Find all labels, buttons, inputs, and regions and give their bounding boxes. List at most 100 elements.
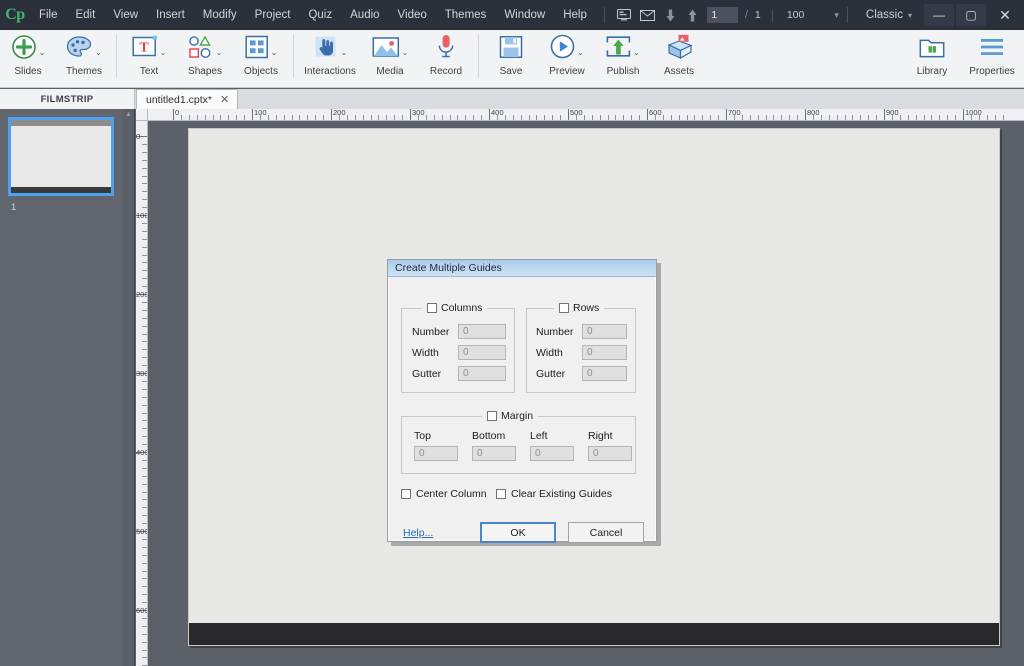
toolbar-button-media[interactable]: ⌄ Media <box>362 30 418 87</box>
thumbnail-top-band <box>11 120 111 126</box>
toolbar-button-shapes[interactable]: ⌄ Shapes <box>177 30 233 87</box>
margin-left-label: Left <box>530 430 548 442</box>
toolbar-button-assets[interactable]: Assets <box>651 30 707 87</box>
chevron-down-icon[interactable]: ⌄ <box>160 48 167 57</box>
rows-number-input[interactable]: 0 <box>582 324 627 339</box>
columns-width-label: Width <box>412 346 439 359</box>
ok-button[interactable]: OK <box>480 522 556 543</box>
toolbar-button-themes[interactable]: ⌄ Themes <box>56 30 112 87</box>
assets-box-icon <box>666 34 693 64</box>
window-maximize-button[interactable]: ▢ <box>956 4 986 26</box>
toolbar-button-slides[interactable]: ⌄ Slides <box>0 30 56 87</box>
floppy-disk-icon <box>499 35 523 64</box>
columns-number-row: Number 0 <box>412 324 506 339</box>
margin-bottom-input[interactable]: 0 <box>472 446 516 461</box>
center-column-checkbox[interactable] <box>401 489 411 499</box>
scroll-up-icon[interactable]: ▲ <box>124 110 133 119</box>
up-arrow-icon[interactable] <box>681 0 704 30</box>
margin-bottom-col: Bottom 0 <box>472 430 516 461</box>
menu-item-themes[interactable]: Themes <box>436 0 496 30</box>
menu-item-quiz[interactable]: Quiz <box>299 0 341 30</box>
ruler-label: 100 <box>254 109 267 117</box>
chevron-down-icon[interactable]: ⌄ <box>402 48 409 57</box>
menu-item-file[interactable]: File <box>30 0 67 30</box>
columns-width-input[interactable]: 0 <box>458 345 506 360</box>
play-circle-icon <box>550 34 575 64</box>
chevron-down-icon[interactable]: ⌄ <box>216 48 223 57</box>
toolbar-button-library[interactable]: Library <box>904 30 960 87</box>
down-arrow-icon[interactable] <box>659 0 682 30</box>
toolbar-label: Text <box>139 66 159 77</box>
screen-icon[interactable] <box>613 0 636 30</box>
ruler-tick <box>963 109 964 120</box>
rows-checkbox[interactable] <box>559 303 569 313</box>
slide-thumbnail-item[interactable] <box>8 117 114 196</box>
clear-existing-guides-option[interactable]: Clear Existing Guides <box>496 488 612 500</box>
ruler-label: 900 <box>886 109 899 117</box>
close-icon[interactable]: ✕ <box>220 93 229 106</box>
toolbar-button-save[interactable]: Save <box>483 30 539 87</box>
margin-right-input[interactable]: 0 <box>588 446 632 461</box>
chevron-down-icon[interactable]: ⌄ <box>271 48 278 57</box>
columns-number-input[interactable]: 0 <box>458 324 506 339</box>
menu-bar: Cp File Edit View Insert Modify Project Quiz Au… <box>0 0 1024 30</box>
plus-circle-icon <box>11 34 37 65</box>
toolbar-button-publish[interactable]: ⌄ Publish <box>595 30 651 87</box>
menu-item-edit[interactable]: Edit <box>66 0 104 30</box>
margin-top-col: Top 0 <box>414 430 458 461</box>
margin-top-input[interactable]: 0 <box>414 446 458 461</box>
menu-item-help[interactable]: Help <box>554 0 596 30</box>
ruler-tick <box>252 109 253 120</box>
menu-item-view[interactable]: View <box>104 0 147 30</box>
chevron-down-icon[interactable]: ⌄ <box>341 48 348 57</box>
svg-text:T: T <box>139 40 149 55</box>
slide-separator: / <box>744 9 748 21</box>
toolbar-button-record[interactable]: Record <box>418 30 474 87</box>
chevron-down-icon[interactable]: ⌄ <box>95 48 102 57</box>
menu-item-video[interactable]: Video <box>389 0 436 30</box>
margin-checkbox[interactable] <box>487 411 497 421</box>
toolbar-label: Shapes <box>188 66 222 77</box>
rows-width-input[interactable]: 0 <box>582 345 627 360</box>
image-icon <box>372 35 400 64</box>
document-tab[interactable]: untitled1.cptx* ✕ <box>136 89 239 109</box>
window-close-button[interactable]: ✕ <box>990 4 1020 26</box>
window-minimize-button[interactable]: — <box>924 4 954 26</box>
filmstrip-panel-header: FILMSTRIP <box>0 89 135 109</box>
dialog-title-bar[interactable]: Create Multiple Guides <box>388 260 656 277</box>
help-link[interactable]: Help... <box>403 527 433 539</box>
slide-thumbnail[interactable] <box>8 117 114 196</box>
mail-icon[interactable] <box>636 0 659 30</box>
menubar-divider-1 <box>603 7 605 23</box>
toolbar-button-properties[interactable]: Properties <box>960 30 1024 87</box>
document-tab-bar: untitled1.cptx* ✕ <box>135 89 1024 109</box>
cancel-button[interactable]: Cancel <box>568 522 644 543</box>
document-tab-name: untitled1.cptx* <box>146 93 212 106</box>
columns-checkbox[interactable] <box>427 303 437 313</box>
menu-item-audio[interactable]: Audio <box>341 0 388 30</box>
toolbar-separator <box>478 34 479 78</box>
toolbar-button-objects[interactable]: ⌄ Objects <box>233 30 289 87</box>
toolbar-button-interactions[interactable]: ⌄ Interactions <box>298 30 362 87</box>
menu-item-project[interactable]: Project <box>246 0 300 30</box>
current-slide-input[interactable]: 1 <box>707 7 738 23</box>
chevron-down-icon[interactable]: ⌄ <box>633 48 640 57</box>
toolbar-button-text[interactable]: T ⌄ Text <box>121 30 177 87</box>
chevron-down-icon[interactable]: ⌄ <box>39 48 46 57</box>
menu-item-insert[interactable]: Insert <box>147 0 194 30</box>
clear-existing-guides-checkbox[interactable] <box>496 489 506 499</box>
toolbar-label: Themes <box>65 66 103 77</box>
columns-gutter-input[interactable]: 0 <box>458 366 506 381</box>
rows-gutter-input[interactable]: 0 <box>582 366 627 381</box>
zoom-level-value[interactable]: 100 <box>781 9 805 21</box>
filmstrip-scrollbar[interactable]: ▲ <box>123 109 134 666</box>
menu-item-window[interactable]: Window <box>495 0 554 30</box>
toolbar-button-preview[interactable]: ⌄ Preview <box>539 30 595 87</box>
toolbar-label: Record <box>429 66 463 77</box>
center-column-option[interactable]: Center Column <box>401 488 487 500</box>
margin-left-input[interactable]: 0 <box>530 446 574 461</box>
workspace-selector-label[interactable]: Classic <box>856 9 908 21</box>
workspace-caret-icon[interactable]: ▾ <box>908 11 912 20</box>
menu-item-modify[interactable]: Modify <box>194 0 246 30</box>
chevron-down-icon[interactable]: ⌄ <box>577 48 584 57</box>
